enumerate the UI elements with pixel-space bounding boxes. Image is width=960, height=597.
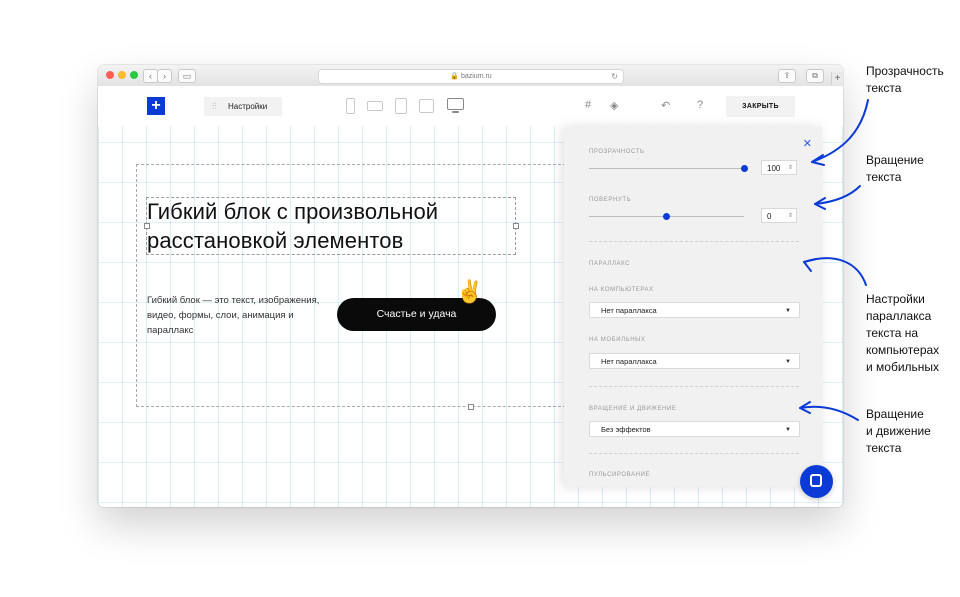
- panel-divider: [589, 386, 799, 387]
- chevron-down-icon: ▼: [785, 308, 791, 314]
- opacity-slider-knob[interactable]: [740, 165, 748, 172]
- close-window-icon[interactable]: [106, 71, 114, 79]
- element-settings-panel: ✕ ПРОЗРАЧНОСТЬ 100 ⇕ ПОВЕРНУТЬ 0 ⇕ ПАРАЛ…: [564, 127, 822, 487]
- victory-hand-icon[interactable]: ✌: [456, 279, 483, 305]
- chat-icon: [810, 474, 822, 487]
- support-chat-button[interactable]: [800, 465, 833, 498]
- block-description[interactable]: Гибкий блок — это текст, изображения, ви…: [147, 293, 322, 338]
- rotate-value: 0: [767, 212, 772, 221]
- undo-icon[interactable]: ↶: [661, 99, 670, 112]
- block-heading[interactable]: Гибкий блок с произвольной расстановкой …: [147, 197, 527, 255]
- phone-portrait-icon[interactable]: [346, 98, 355, 114]
- help-icon[interactable]: ?: [697, 99, 703, 111]
- annotation-opacity: Прозрачность текста: [866, 64, 944, 95]
- maximize-window-icon[interactable]: [130, 71, 138, 79]
- share-icon[interactable]: ⇪: [778, 69, 796, 83]
- desktop-parallax-value: Нет параллакса: [601, 306, 657, 315]
- mobile-parallax-value: Нет параллакса: [601, 357, 657, 366]
- opacity-label: ПРОЗРАЧНОСТЬ: [589, 149, 645, 155]
- browser-window: ‹ › ▭ 🔒 bazium.ru ↻ ⇪ ⧉ + + ⫶⫶ Настройки…: [98, 65, 843, 507]
- add-block-button[interactable]: +: [147, 97, 165, 115]
- new-tab-button[interactable]: +: [831, 72, 843, 85]
- parallax-label: ПАРАЛЛАКС: [589, 261, 631, 267]
- url-text: bazium.ru: [460, 73, 492, 80]
- close-editor-button[interactable]: ЗАКРЫТЬ: [726, 96, 795, 117]
- opacity-stepper-icon[interactable]: ⇕: [788, 161, 793, 176]
- pulse-label: ПУЛЬСИРОВАНИЕ: [589, 472, 651, 478]
- annotation-rotation: Вращение текста: [866, 153, 924, 184]
- settings-button[interactable]: ⫶⫶ Настройки: [204, 97, 282, 116]
- rotate-label: ПОВЕРНУТЬ: [589, 197, 632, 203]
- opacity-value: 100: [767, 164, 781, 173]
- opacity-input[interactable]: 100 ⇕: [761, 160, 797, 175]
- mobile-parallax-select[interactable]: Нет параллакса ▼: [589, 353, 800, 369]
- rotate-stepper-icon[interactable]: ⇕: [788, 209, 793, 224]
- motion-select[interactable]: Без эффектов ▼: [589, 421, 800, 437]
- address-bar[interactable]: 🔒 bazium.ru ↻: [318, 69, 624, 84]
- panel-divider: [589, 453, 799, 454]
- tabs-overview-icon[interactable]: ⧉: [806, 69, 824, 83]
- grid-icon[interactable]: #: [585, 99, 591, 111]
- motion-value: Без эффектов: [601, 425, 651, 434]
- motion-label: ВРАЩЕНИЕ И ДВИЖЕНИЕ: [589, 406, 677, 412]
- phone-landscape-icon[interactable]: [367, 101, 383, 111]
- editor-toolbar: + ⫶⫶ Настройки # ◈ ↶ ? ЗАКРЫТЬ: [98, 86, 843, 126]
- close-panel-icon[interactable]: ✕: [803, 137, 812, 150]
- browser-titlebar: ‹ › ▭ 🔒 bazium.ru ↻ ⇪ ⧉ +: [98, 65, 843, 87]
- annotation-motion: Вращение и движение текста: [866, 407, 931, 455]
- rotate-input[interactable]: 0 ⇕: [761, 208, 797, 223]
- desktop-parallax-select[interactable]: Нет параллакса ▼: [589, 302, 800, 318]
- desktop-icon[interactable]: [447, 98, 464, 110]
- minimize-window-icon[interactable]: [118, 71, 126, 79]
- back-button[interactable]: ‹: [143, 69, 158, 83]
- desktop-stand-icon: [452, 111, 459, 113]
- mobile-parallax-label: НА МОБИЛЬНЫХ: [589, 337, 646, 343]
- panel-divider: [589, 241, 799, 242]
- lock-icon: 🔒: [450, 73, 460, 80]
- tablet-landscape-icon[interactable]: [419, 99, 434, 113]
- chevron-down-icon: ▼: [785, 359, 791, 365]
- settings-label: Настройки: [228, 102, 268, 111]
- desktop-parallax-label: НА КОМПЬЮТЕРАХ: [589, 287, 654, 293]
- layers-icon[interactable]: ◈: [610, 99, 618, 112]
- rotate-slider-knob[interactable]: [663, 213, 670, 220]
- annotation-parallax: Настройки параллакса текста на компьютер…: [866, 292, 940, 374]
- tablet-portrait-icon[interactable]: [395, 98, 407, 114]
- chevron-down-icon: ▼: [785, 427, 791, 433]
- sliders-icon: ⫶⫶: [212, 101, 217, 111]
- opacity-slider[interactable]: [589, 168, 744, 169]
- sidebar-toggle-icon[interactable]: ▭: [178, 69, 196, 83]
- block-resize-handle[interactable]: [468, 404, 474, 410]
- reload-icon[interactable]: ↻: [611, 70, 618, 83]
- forward-button[interactable]: ›: [157, 69, 172, 83]
